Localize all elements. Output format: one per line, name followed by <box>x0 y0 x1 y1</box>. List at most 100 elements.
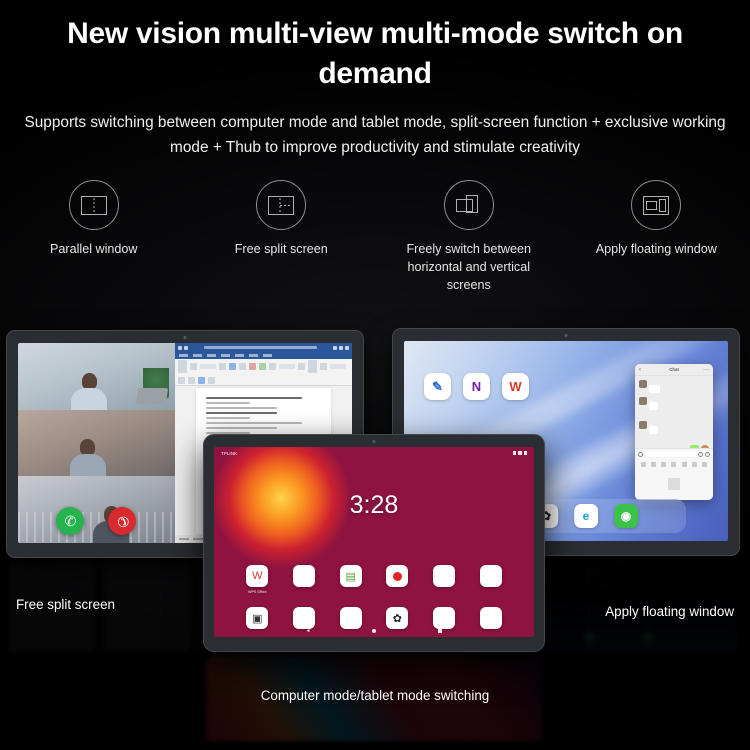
app-mail[interactable]: ✉ <box>424 565 464 594</box>
chat-card[interactable] <box>635 470 713 500</box>
browser-icon[interactable]: e <box>574 504 598 528</box>
banner-stage: New vision multi-view multi-mode switch … <box>0 0 750 750</box>
battery-icon <box>523 451 527 455</box>
chevron-left-icon[interactable]: ‹ <box>639 367 641 373</box>
navigation-bar: ◄ <box>214 628 534 634</box>
add-icon[interactable] <box>705 451 710 457</box>
wps-office-icon[interactable]: W <box>246 565 269 587</box>
floating-chat-window[interactable]: ‹ Chat ··· <box>635 364 713 500</box>
app-notes[interactable]: ▤ <box>331 565 371 594</box>
settings-gear-icon[interactable]: ✿ <box>386 607 409 629</box>
heart-icon[interactable] <box>661 462 667 467</box>
clock-time: 3:28 <box>349 491 399 519</box>
sticker-icon[interactable] <box>650 462 656 467</box>
feature-list: Parallel window Free split screen Freely… <box>0 180 750 295</box>
app-video-player[interactable] <box>471 565 511 594</box>
browser-icon[interactable]: e <box>432 607 455 629</box>
app-file-manager[interactable] <box>284 565 324 594</box>
front-camera-icon <box>183 336 187 339</box>
contacts-icon[interactable]: ▤ <box>339 607 362 629</box>
qr-code-icon <box>668 478 680 490</box>
camera-icon[interactable]: ▣ <box>246 607 269 629</box>
participant-avatar <box>69 439 106 477</box>
free-split-screen-icon <box>256 180 307 230</box>
emoji-icon[interactable] <box>698 451 703 457</box>
security-app-icon[interactable]: ◉ <box>614 504 638 528</box>
chat-timestamp <box>639 414 709 418</box>
chat-input-field[interactable] <box>645 451 696 457</box>
chat-tool-row[interactable] <box>635 459 713 470</box>
feature-label: Apply floating window <box>595 242 717 256</box>
photo-icon[interactable] <box>681 462 687 467</box>
face-icon[interactable] <box>692 462 698 467</box>
word-ribbon[interactable] <box>174 359 352 386</box>
avatar <box>639 380 647 388</box>
tablet-center-home-screen: TPLINK 3:28 W WPS Office ▤ ✉ ▣ ▤ ✿ e ◉ ◄ <box>203 434 545 652</box>
file-manager-icon[interactable] <box>292 565 315 587</box>
recorder-icon[interactable] <box>386 565 409 587</box>
phone-icon[interactable]: ✆ <box>56 507 85 535</box>
front-camera-icon <box>564 334 568 337</box>
app-wps-office[interactable]: W WPS Office <box>237 565 277 594</box>
status-carrier: TPLINK <box>221 450 238 456</box>
onenote-icon[interactable]: N <box>463 373 490 400</box>
chat-message-in <box>639 421 709 434</box>
app-recorder[interactable] <box>377 565 417 594</box>
call-controls: ✆ ✆ <box>18 507 175 535</box>
gift-icon[interactable] <box>671 462 677 467</box>
app-grid-row-2: ▣ ▤ ✿ e ◉ <box>214 607 534 629</box>
chat-message-list[interactable] <box>635 376 713 448</box>
video-player-icon[interactable] <box>479 565 502 587</box>
app-label: WPS Office <box>248 590 267 594</box>
wifi-icon <box>518 451 522 455</box>
caption-apply-floating-window: Apply floating window <box>605 604 734 619</box>
feature-floating-window: Apply floating window <box>563 180 750 295</box>
app-browser[interactable]: e <box>424 607 464 629</box>
search-icon[interactable] <box>640 462 646 467</box>
gallery-icon[interactable] <box>292 607 315 629</box>
video-tile <box>18 409 175 477</box>
avatar <box>639 397 647 405</box>
security-app-icon[interactable]: ◉ <box>479 607 502 629</box>
app-camera[interactable]: ▣ <box>237 607 277 629</box>
app-contacts[interactable]: ▤ <box>331 607 371 629</box>
caption-computer-tablet-switching: Computer mode/tablet mode switching <box>260 688 490 703</box>
feature-parallel-window: Parallel window <box>0 180 188 295</box>
home-icon[interactable] <box>372 629 377 633</box>
page-subtitle: Supports switching between computer mode… <box>24 113 726 156</box>
voice-icon[interactable] <box>638 451 643 457</box>
phone-hangup-icon[interactable]: ✆ <box>108 507 137 535</box>
more-dots-icon[interactable]: ··· <box>703 367 709 373</box>
back-icon[interactable]: ◄ <box>306 628 311 634</box>
avatar <box>639 421 647 429</box>
tablet-center-screen: TPLINK 3:28 W WPS Office ▤ ✉ ▣ ▤ ✿ e ◉ ◄ <box>214 447 534 637</box>
feature-label: Parallel window <box>50 242 138 256</box>
video-tile <box>18 343 175 410</box>
notes-pen-icon[interactable]: ✎ <box>424 373 451 400</box>
rotate-screen-icon <box>443 180 494 230</box>
app-security[interactable]: ◉ <box>471 607 511 629</box>
app-settings[interactable]: ✿ <box>377 607 417 629</box>
wps-office-icon[interactable]: W <box>502 373 529 400</box>
headline-block: New vision multi-view multi-mode switch … <box>0 14 750 161</box>
mail-icon[interactable]: ✉ <box>432 565 455 587</box>
recents-icon[interactable] <box>438 629 443 633</box>
chat-message-in <box>639 397 709 410</box>
more-icon[interactable] <box>702 462 708 467</box>
signal-icon <box>512 451 516 455</box>
notes-icon[interactable]: ▤ <box>339 565 362 587</box>
status-icons <box>512 451 527 455</box>
chat-window-header: ‹ Chat ··· <box>635 364 713 376</box>
laptop-decor <box>135 387 169 404</box>
chat-timestamp <box>639 438 709 442</box>
lockscreen-clock: 3:28 <box>214 493 534 521</box>
app-gallery[interactable] <box>284 607 324 629</box>
word-ribbon-tabs[interactable] <box>174 352 352 359</box>
feature-free-split-screen: Free split screen <box>188 180 376 295</box>
feature-freely-switch: Freely switch between horizontal and ver… <box>375 180 563 295</box>
participant-avatar <box>71 372 108 410</box>
floating-window-icon <box>631 180 682 230</box>
status-bar: TPLINK <box>214 447 534 459</box>
chat-input-bar[interactable] <box>635 448 713 459</box>
chat-message-in <box>639 380 709 393</box>
